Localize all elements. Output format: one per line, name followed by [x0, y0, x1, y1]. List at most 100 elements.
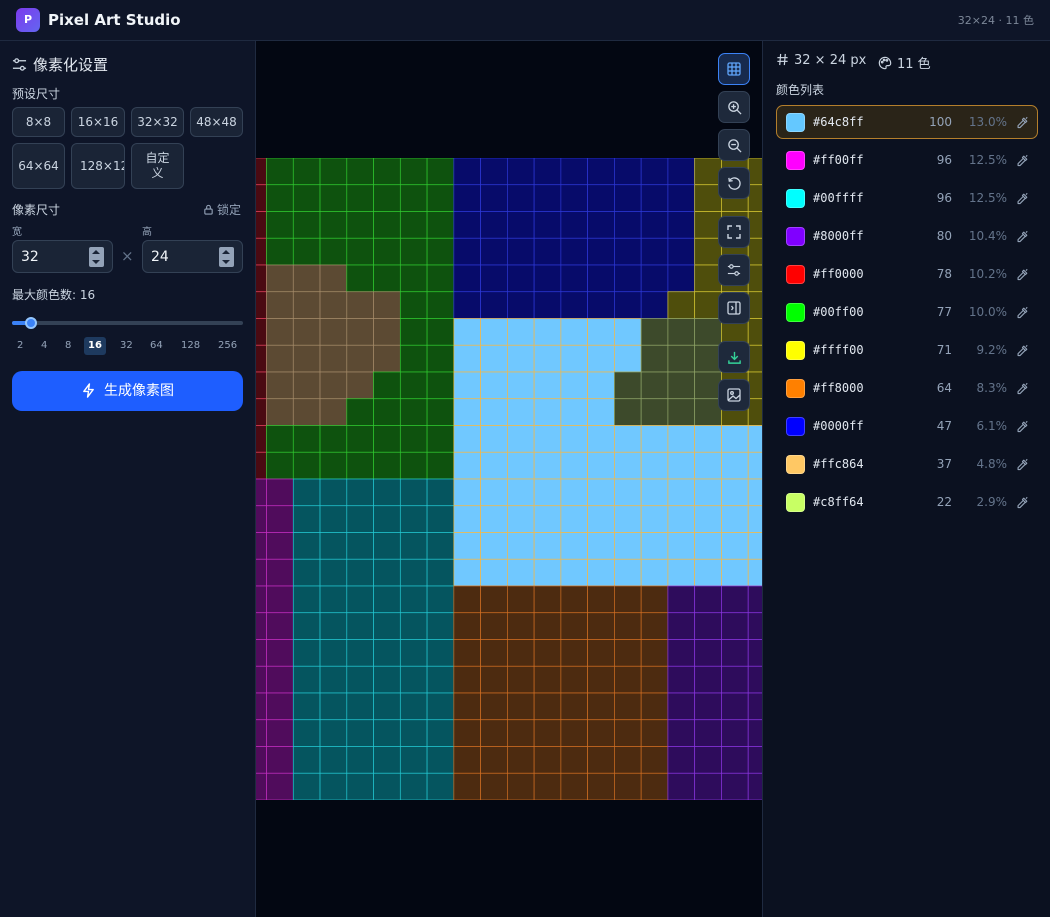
pixel-cell[interactable]	[560, 772, 588, 800]
pixel-cell[interactable]	[507, 264, 535, 293]
pixel-cell[interactable]	[426, 719, 455, 747]
pixel-cell[interactable]	[256, 158, 267, 186]
pixel-cell[interactable]	[266, 158, 294, 186]
pixel-cell[interactable]	[640, 639, 669, 667]
pixel-cell[interactable]	[533, 158, 562, 186]
pixel-cell[interactable]	[266, 211, 294, 239]
pixel-cell[interactable]	[346, 746, 374, 774]
pixel-cell[interactable]	[694, 719, 722, 747]
pixel-cell[interactable]	[266, 639, 294, 667]
pixel-cell[interactable]	[453, 558, 481, 587]
color-swatch[interactable]	[786, 303, 805, 322]
pixel-cell[interactable]	[587, 425, 615, 453]
pixel-cell[interactable]	[373, 237, 401, 266]
pixel-cell[interactable]	[640, 291, 669, 319]
pixel-cell[interactable]	[480, 746, 508, 774]
pixel-cell[interactable]	[614, 264, 642, 293]
pixel-cell[interactable]	[694, 532, 722, 560]
pixel-cell[interactable]	[507, 719, 535, 747]
pixel-cell[interactable]	[614, 371, 642, 400]
pixel-cell[interactable]	[399, 451, 428, 480]
pixel-cell[interactable]	[346, 425, 374, 453]
pixel-cell[interactable]	[256, 478, 267, 507]
pixel-cell[interactable]	[292, 772, 321, 800]
pixel-cell[interactable]	[721, 505, 749, 533]
pixel-cell[interactable]	[587, 692, 615, 721]
pixel-cell[interactable]	[694, 425, 722, 453]
pixel-cell[interactable]	[453, 532, 481, 560]
pixel-cell[interactable]	[587, 451, 615, 480]
pixel-cell[interactable]	[614, 692, 642, 721]
pixel-cell[interactable]	[426, 451, 455, 480]
pixel-cell[interactable]	[587, 264, 615, 293]
pixel-cell[interactable]	[667, 344, 696, 373]
pixel-cell[interactable]	[614, 211, 642, 239]
pixel-cell[interactable]	[399, 772, 428, 800]
pick-color-button[interactable]	[1015, 191, 1029, 210]
pick-color-button[interactable]	[1015, 305, 1029, 324]
pixel-cell[interactable]	[560, 639, 588, 667]
pixel-cell[interactable]	[453, 211, 481, 239]
pixel-cell[interactable]	[640, 398, 669, 426]
pixel-cell[interactable]	[587, 211, 615, 239]
pick-color-button[interactable]	[1015, 267, 1029, 286]
color-swatch[interactable]	[786, 455, 805, 474]
pixel-cell[interactable]	[266, 425, 294, 453]
pixel-cell[interactable]	[747, 237, 762, 266]
pixel-cell[interactable]	[426, 558, 455, 587]
pixel-cell[interactable]	[533, 451, 562, 480]
pixel-cell[interactable]	[640, 344, 669, 373]
pixel-cell[interactable]	[747, 585, 762, 614]
pixel-cell[interactable]	[256, 639, 267, 667]
pixel-cell[interactable]	[640, 665, 669, 694]
color-swatch[interactable]	[786, 113, 805, 132]
pixel-cell[interactable]	[399, 719, 428, 747]
pixel-cell[interactable]	[266, 692, 294, 721]
pixel-cell[interactable]	[319, 425, 348, 453]
tick-4[interactable]: 4	[37, 337, 51, 355]
pixel-cell[interactable]	[614, 184, 642, 212]
pixel-cell[interactable]	[373, 264, 401, 293]
adjust-button[interactable]	[718, 254, 750, 286]
pixel-cell[interactable]	[560, 665, 588, 694]
pixel-cell[interactable]	[560, 478, 588, 507]
width-spinner[interactable]	[89, 247, 104, 267]
pixel-cell[interactable]	[453, 639, 481, 667]
pixel-cell[interactable]	[399, 746, 428, 774]
pixel-cell[interactable]	[292, 237, 321, 266]
pixel-cell[interactable]	[667, 451, 696, 480]
pixel-cell[interactable]	[346, 532, 374, 560]
pixel-cell[interactable]	[346, 639, 374, 667]
pixel-cell[interactable]	[480, 505, 508, 533]
pixel-cell[interactable]	[640, 451, 669, 480]
zoom-in-button[interactable]	[718, 91, 750, 123]
pixel-cell[interactable]	[426, 585, 455, 614]
pixel-cell[interactable]	[507, 371, 535, 400]
pixel-cell[interactable]	[319, 371, 348, 400]
preset-48x48-button[interactable]: 48×48	[190, 107, 243, 137]
pick-color-button[interactable]	[1015, 343, 1029, 362]
pixel-cell[interactable]	[399, 398, 428, 426]
generate-button[interactable]: 生成像素图	[12, 371, 243, 411]
pixel-cell[interactable]	[747, 746, 762, 774]
pixel-cell[interactable]	[346, 451, 374, 480]
pixel-cell[interactable]	[292, 211, 321, 239]
pixel-cell[interactable]	[453, 398, 481, 426]
tick-2[interactable]: 2	[13, 337, 27, 355]
pixel-cell[interactable]	[292, 344, 321, 373]
pixel-cell[interactable]	[560, 318, 588, 346]
pixel-cell[interactable]	[667, 398, 696, 426]
pixel-cell[interactable]	[256, 746, 267, 774]
pixel-cell[interactable]	[721, 425, 749, 453]
pixel-cell[interactable]	[453, 318, 481, 346]
pick-color-button[interactable]	[1015, 229, 1029, 248]
pixel-cell[interactable]	[587, 585, 615, 614]
pixel-cell[interactable]	[346, 371, 374, 400]
height-input[interactable]: 24	[142, 240, 243, 273]
color-row[interactable]: #64c8ff 100 13.0%	[776, 105, 1038, 139]
pixel-cell[interactable]	[560, 558, 588, 587]
pixel-cell[interactable]	[292, 692, 321, 721]
pixel-cell[interactable]	[667, 158, 696, 186]
pixel-cell[interactable]	[747, 291, 762, 319]
pixel-cell[interactable]	[721, 719, 749, 747]
